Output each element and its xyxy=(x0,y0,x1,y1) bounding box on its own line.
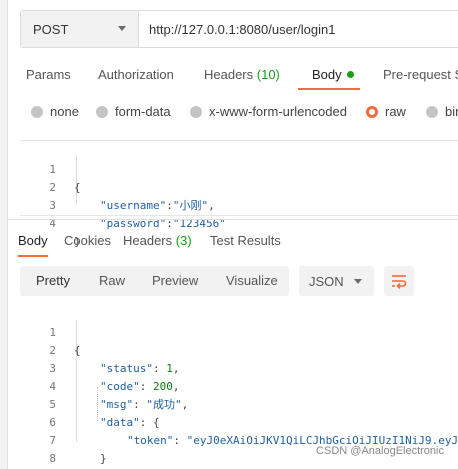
radio-raw[interactable]: raw xyxy=(366,104,406,119)
tab-headers[interactable]: Headers (10) xyxy=(204,67,280,82)
wrap-lines-icon xyxy=(392,275,407,289)
url-input[interactable]: http://127.0.0.1:8080/user/login1 xyxy=(139,11,458,47)
chevron-down-icon xyxy=(118,26,126,31)
code-line: 5 "data": { xyxy=(20,378,458,429)
radio-circle xyxy=(426,105,438,118)
code-line: 1 { xyxy=(20,306,458,357)
radio-label: x-www-form-urlencoded xyxy=(209,104,347,119)
radio-circle xyxy=(190,105,202,118)
radio-label: raw xyxy=(385,104,406,119)
resp-tab-headers[interactable]: Headers (3) xyxy=(123,233,192,248)
code-line: 1 { xyxy=(20,143,458,194)
code-text: } xyxy=(100,452,107,465)
active-tab-underline xyxy=(298,88,360,90)
tab-params[interactable]: Params xyxy=(26,67,71,82)
tab-authorization[interactable]: Authorization xyxy=(98,67,174,82)
wrap-lines-button[interactable] xyxy=(384,266,414,296)
format-select[interactable]: JSON xyxy=(299,266,374,296)
active-tab-underline xyxy=(18,255,48,257)
code-line: 4 "msg": "成功", xyxy=(20,360,458,411)
radio-x-www-form-urlencoded[interactable]: x-www-form-urlencoded xyxy=(190,104,347,119)
radio-circle xyxy=(31,105,43,118)
method-select[interactable]: POST xyxy=(21,11,139,47)
code-line: 3 "code": 200, xyxy=(20,342,458,393)
tab-body[interactable]: Body xyxy=(312,67,354,82)
radio-circle xyxy=(96,105,108,118)
request-tabs: Params Authorization Headers (10) Body P… xyxy=(0,62,458,90)
code-line: 6 "token": "eyJ0eXAiOiJKV1QiLCJhbGciOiJI… xyxy=(20,396,458,447)
body-indicator-dot xyxy=(346,71,354,78)
view-pretty-button[interactable]: Pretty xyxy=(36,266,70,296)
watermark: CSDN @AnalogElectronic xyxy=(316,445,444,457)
radio-label: none xyxy=(50,104,79,119)
chevron-down-icon xyxy=(354,279,362,284)
tab-body-label: Body xyxy=(312,67,342,82)
radio-none[interactable]: none xyxy=(31,104,79,119)
view-visualize-button[interactable]: Visualize xyxy=(226,266,278,296)
code-line: 7 } xyxy=(20,414,458,465)
radio-label: bin xyxy=(445,104,458,119)
response-tabs: Body Cookies Headers (3) Test Results xyxy=(0,230,458,260)
resp-tab-test-results[interactable]: Test Results xyxy=(210,233,281,248)
code-line: 2 "username":"小刚", xyxy=(20,161,458,212)
code-line: 4 } xyxy=(20,197,458,248)
request-bar: POST http://127.0.0.1:8080/user/login1 xyxy=(20,10,458,48)
code-line: 3 "password":"123456" xyxy=(20,179,458,230)
radio-circle-selected xyxy=(366,105,378,118)
resp-tab-body[interactable]: Body xyxy=(18,233,48,248)
line-number: 8 xyxy=(49,452,56,465)
view-preview-button[interactable]: Preview xyxy=(152,266,198,296)
tab-headers-label: Headers xyxy=(204,67,254,82)
body-type-radios: none form-data x-www-form-urlencoded raw… xyxy=(0,100,458,124)
radio-label: form-data xyxy=(115,104,171,119)
code-line: 2 "status": 1, xyxy=(20,324,458,375)
resp-tab-headers-count: (3) xyxy=(175,233,192,248)
radio-binary[interactable]: bin xyxy=(426,104,458,119)
resp-tab-cookies[interactable]: Cookies xyxy=(64,233,111,248)
response-body-editor[interactable]: 1 { 2 "status": 1, 3 "code": 200, 4 "msg… xyxy=(20,306,458,465)
radio-form-data[interactable]: form-data xyxy=(96,104,171,119)
url-text: http://127.0.0.1:8080/user/login1 xyxy=(149,21,336,37)
view-mode-group: Pretty Raw Preview Visualize xyxy=(20,266,289,296)
request-body-editor[interactable]: 1 { 2 "username":"小刚", 3 "password":"123… xyxy=(20,140,458,248)
method-label: POST xyxy=(33,21,69,37)
resp-tab-headers-label: Headers xyxy=(123,233,173,248)
view-raw-button[interactable]: Raw xyxy=(99,266,125,296)
pane-divider[interactable] xyxy=(8,219,458,220)
tab-headers-count: (10) xyxy=(256,67,280,82)
format-label: JSON xyxy=(309,273,344,289)
tab-pre-request[interactable]: Pre-request S xyxy=(383,67,458,82)
